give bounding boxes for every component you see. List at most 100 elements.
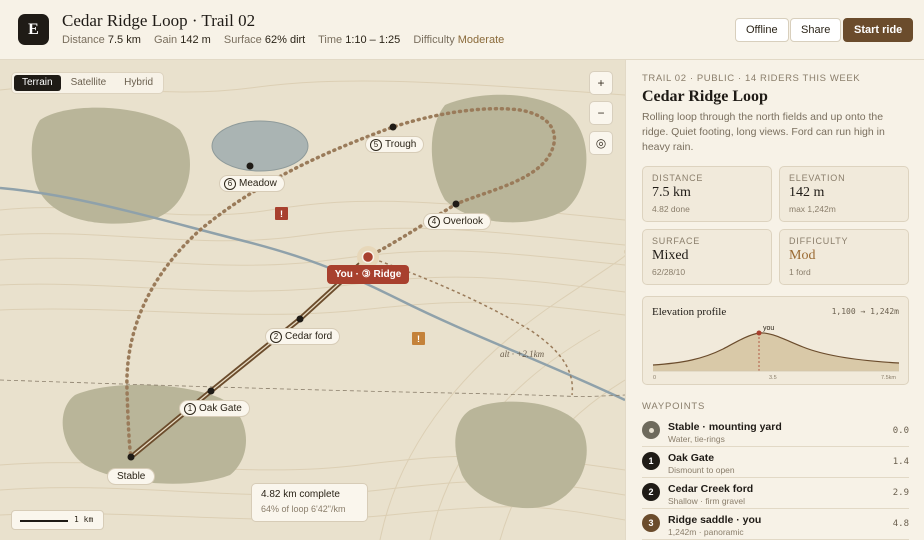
waypoint-pin-overlook[interactable]: 4 Overlook: [423, 213, 492, 230]
waypoint-number: 1: [184, 402, 196, 415]
waypoint-detail: 1,242m · panoramic: [668, 527, 744, 537]
hazard-warning-icon[interactable]: !: [275, 207, 288, 220]
elevation-area: [653, 332, 899, 371]
waypoint-row-oak-gate[interactable]: 1 Oak Gate Dismount to open 1.4: [642, 447, 909, 478]
waypoint-pin-trough[interactable]: 5 Trough: [365, 136, 425, 153]
start-label: Stable: [117, 471, 146, 482]
trail-detail-panel: TRAIL 02 · PUBLIC · 14 RIDERS THIS WEEK …: [625, 60, 924, 540]
trail-map[interactable]: Terrain Satellite Hybrid + − ◎ 5 Trough …: [0, 60, 625, 540]
meadow-lake: [211, 120, 309, 172]
waypoint-label: Oak Gate: [199, 403, 242, 414]
waypoint-badge: 1: [642, 452, 660, 470]
stat-value: 7.5 km: [652, 185, 691, 200]
you-location-label[interactable]: You · ③ Ridge: [327, 265, 409, 284]
zoom-in-button[interactable]: +: [589, 71, 613, 95]
progress-complete: 4.82 km complete: [261, 489, 340, 500]
stat-key: DISTANCE: [652, 173, 704, 183]
view-terrain-tab[interactable]: Terrain: [14, 75, 61, 91]
stat-key: ELEVATION: [789, 173, 846, 183]
you-marker-dot: [756, 330, 762, 336]
stat-sub: 1 ford: [789, 267, 811, 277]
zoom-out-button[interactable]: −: [589, 101, 613, 125]
stat-sub: max 1,242m: [789, 204, 836, 214]
stat-elevation: ELEVATION 142 m max 1,242m: [779, 166, 909, 222]
waypoint-number: 2: [270, 330, 282, 343]
waypoint-label: Trough: [385, 139, 417, 150]
meta-time-label: Time: [318, 34, 343, 46]
trail-title: Cedar Ridge Loop: [642, 88, 768, 105]
waypoint-badge: 2: [642, 483, 660, 501]
start-badge-icon: [642, 421, 660, 439]
app-header: E Cedar Ridge Loop · Trail 02 Distance 7…: [0, 0, 924, 60]
stat-sub: 62/28/10: [652, 267, 686, 277]
stat-sub: 4.82 done: [652, 204, 690, 214]
trail-meta: Distance 7.5 km Gain 142 m Surface 62% d…: [62, 34, 514, 46]
waypoint-km: 1.4: [892, 457, 909, 467]
scale-bar: [20, 520, 68, 522]
app-logo: E: [18, 14, 49, 45]
meta-distance-label: Distance: [62, 34, 105, 46]
forest-areas: [31, 94, 587, 509]
meta-gain-value: 142 m: [180, 34, 211, 46]
stat-difficulty: DIFFICULTY Mod 1 ford: [779, 229, 909, 285]
waypoint-pin-oak-gate[interactable]: 1 Oak Gate: [179, 400, 250, 417]
view-hybrid-tab[interactable]: Hybrid: [116, 75, 161, 91]
meta-difficulty-value: Moderate: [457, 34, 505, 46]
map-scale: 1 km: [11, 510, 104, 530]
waypoint-name: Oak Gate: [668, 452, 715, 464]
meta-distance-value: 7.5 km: [107, 34, 141, 46]
meta-time-value: 1:10 – 1:25: [345, 34, 401, 46]
elevation-profile-card: you 0 3.5 7.5km Elevation profile 1,100 …: [642, 296, 909, 385]
meta-gain-label: Gain: [153, 34, 178, 46]
trail-description: Rolling loop through the north fields an…: [642, 111, 885, 153]
waypoint-label: Meadow: [239, 178, 277, 189]
waypoint-name: Ridge saddle · you: [668, 514, 762, 526]
waypoint-label: Cedar ford: [285, 331, 333, 342]
stat-surface: SURFACE Mixed 62/28/10: [642, 229, 772, 285]
trail-kicker: TRAIL 02 · PUBLIC · 14 RIDERS THIS WEEK: [642, 73, 861, 84]
stat-value: 142 m: [789, 185, 825, 200]
scale-label: 1 km: [74, 515, 94, 524]
stat-distance: DISTANCE 7.5 km 4.82 done: [642, 166, 772, 222]
waypoints-heading: WAYPOINTS: [642, 401, 706, 412]
caution-warning-icon[interactable]: !: [412, 332, 425, 345]
alt-route-label: alt · +2.1km: [500, 349, 545, 359]
waypoint-detail: Shallow · firm gravel: [668, 496, 745, 506]
you-dot: [361, 250, 375, 264]
progress-detail: 64% of loop 6'42"/km: [261, 504, 346, 514]
waypoint-badge: 3: [642, 514, 660, 532]
waypoint-row-ridge-saddle[interactable]: 3 Ridge saddle · you 1,242m · panoramic …: [642, 509, 909, 540]
map-view-toggle: Terrain Satellite Hybrid: [11, 72, 165, 94]
elev-tick-mid: 3.5: [769, 375, 777, 381]
elevation-title: Elevation profile: [652, 306, 727, 318]
meta-difficulty-label: Difficulty: [413, 34, 455, 46]
you-marker-label: you: [763, 325, 774, 332]
waypoint-number: 4: [428, 215, 440, 228]
waypoint-detail: Dismount to open: [668, 465, 735, 475]
waypoint-row-stable[interactable]: Stable · mounting yard Water, tie-rings …: [642, 416, 909, 447]
meta-surface-label: Surface: [223, 34, 262, 46]
view-satellite-tab[interactable]: Satellite: [63, 75, 115, 91]
waypoint-name: Cedar Creek ford: [668, 483, 754, 495]
waypoint-pin-cedar-ford[interactable]: 2 Cedar ford: [265, 328, 341, 345]
progress-card: 4.82 km complete 64% of loop 6'42"/km: [251, 483, 368, 522]
waypoint-row-cedar-ford[interactable]: 2 Cedar Creek ford Shallow · firm gravel…: [642, 478, 909, 509]
waypoint-km: 2.9: [892, 488, 909, 498]
waypoint-pin-meadow[interactable]: 6 Meadow: [219, 175, 285, 192]
elevation-range: 1,100 → 1,242m: [831, 307, 899, 316]
waypoint-number: 5: [370, 138, 382, 151]
page-title: Cedar Ridge Loop · Trail 02: [62, 11, 256, 30]
stat-value: Mixed: [652, 248, 689, 263]
map-canvas: [0, 80, 625, 540]
start-pin-stable[interactable]: Stable: [107, 468, 156, 485]
start-ride-button[interactable]: Start ride: [843, 18, 914, 42]
share-button[interactable]: Share: [790, 18, 842, 42]
stat-key: DIFFICULTY: [789, 236, 849, 246]
waypoint-km: 4.8: [892, 519, 909, 529]
offline-button[interactable]: Offline: [735, 18, 789, 42]
stat-key: SURFACE: [652, 236, 701, 246]
locate-button[interactable]: ◎: [589, 131, 613, 155]
stat-value: Mod: [789, 248, 816, 263]
waypoint-label: Overlook: [443, 216, 484, 227]
waypoint-km: 0.0: [892, 426, 909, 436]
